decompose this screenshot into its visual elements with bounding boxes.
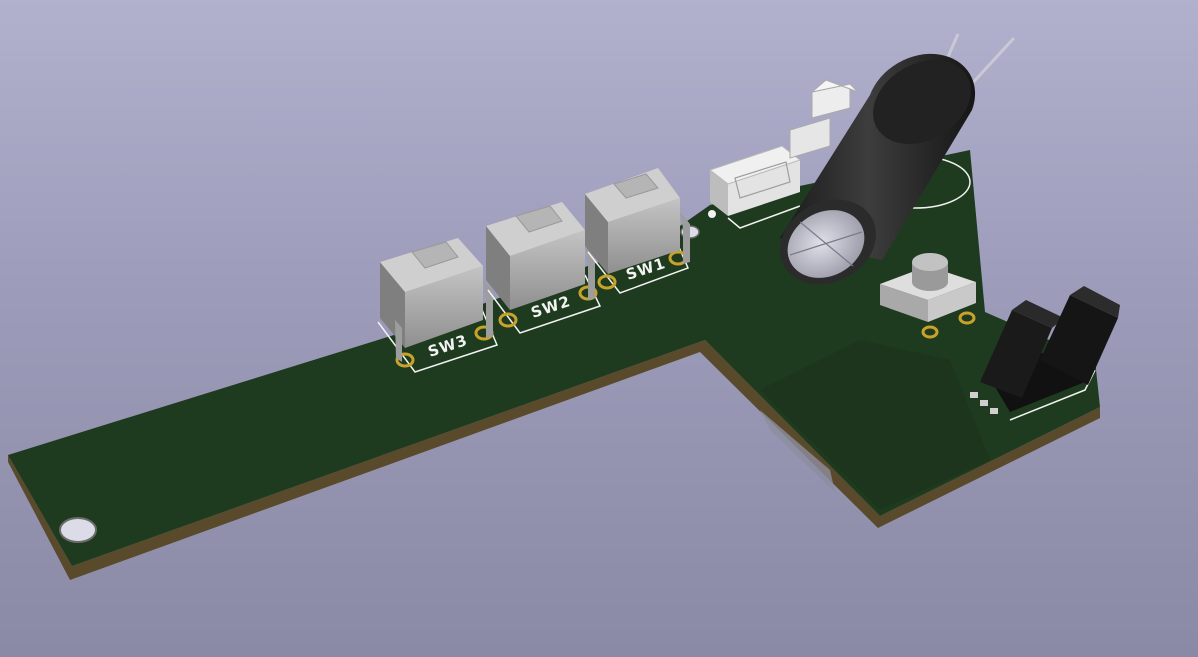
ra-connector-body: [789, 117, 831, 159]
mounting-hole-left: [59, 517, 97, 543]
sensor-pad: [990, 408, 998, 414]
pcb-3d-viewport[interactable]: SW3 SW2 SW1: [0, 0, 1198, 657]
capacitor-lead: [966, 36, 1016, 90]
sensor-pad: [980, 400, 988, 406]
sensor-pad: [970, 392, 978, 398]
pushbutton-plunger-top: [912, 253, 948, 271]
fiducial-dot: [708, 210, 716, 218]
